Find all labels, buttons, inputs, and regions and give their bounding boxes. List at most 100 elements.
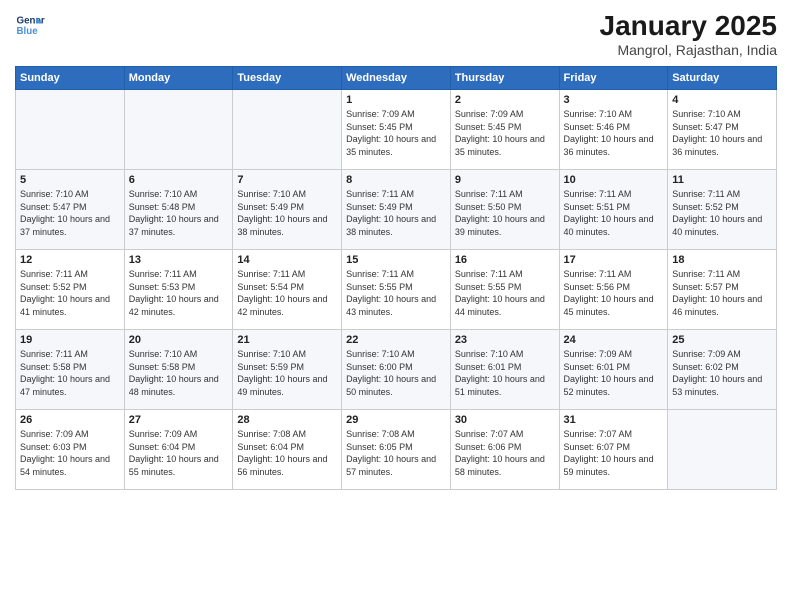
- week-row-4: 26 Sunrise: 7:09 AMSunset: 6:03 PMDayligh…: [16, 410, 777, 490]
- cell-3-3: 22 Sunrise: 7:10 AMSunset: 6:00 PMDayligh…: [342, 330, 451, 410]
- calendar-container: General Blue January 2025 Mangrol, Rajas…: [0, 0, 792, 500]
- cell-text-1-6: Sunrise: 7:11 AMSunset: 5:52 PMDaylight:…: [672, 188, 772, 238]
- cell-3-5: 24Sunrise: 7:09 AMSunset: 6:01 PMDayligh…: [559, 330, 668, 410]
- cell-2-3: 15 Sunrise: 7:11 AMSunset: 5:55 PMDayligh…: [342, 250, 451, 330]
- day-num-0-4: 2: [455, 94, 555, 106]
- cell-4-3: 29 Sunrise: 7:08 AMSunset: 6:05 PMDayligh…: [342, 410, 451, 490]
- cell-4-6: [668, 410, 777, 490]
- cell-4-5: 31 Sunrise: 7:07 AMSunset: 6:07 PMDayligh…: [559, 410, 668, 490]
- calendar-table: Sunday Monday Tuesday Wednesday Thursday…: [15, 66, 777, 490]
- day-num-1-2: 7: [237, 174, 337, 186]
- cell-text-2-4: Sunrise: 7:11 AMSunset: 5:55 PMDaylight:…: [455, 268, 555, 318]
- cell-text-3-5: Sunrise: 7:09 AMSunset: 6:01 PMDaylight:…: [564, 348, 664, 398]
- cell-text-0-3: Sunrise: 7:09 AMSunset: 5:45 PMDaylight:…: [346, 108, 446, 158]
- cell-text-3-2: Sunrise: 7:10 AMSunset: 5:59 PMDaylight:…: [237, 348, 337, 398]
- cell-1-1: 6 Sunrise: 7:10 AMSunset: 5:48 PMDaylight…: [124, 170, 233, 250]
- cell-0-1: [124, 90, 233, 170]
- cell-0-2: [233, 90, 342, 170]
- cell-0-3: 1 Sunrise: 7:09 AMSunset: 5:45 PMDaylight…: [342, 90, 451, 170]
- cell-text-2-6: Sunrise: 7:11 AMSunset: 5:57 PMDaylight:…: [672, 268, 772, 318]
- cell-3-2: 21 Sunrise: 7:10 AMSunset: 5:59 PMDayligh…: [233, 330, 342, 410]
- cell-text-2-1: Sunrise: 7:11 AMSunset: 5:53 PMDaylight:…: [129, 268, 229, 318]
- cell-1-3: 8Sunrise: 7:11 AMSunset: 5:49 PMDaylight…: [342, 170, 451, 250]
- cell-3-6: 25 Sunrise: 7:09 AMSunset: 6:02 PMDayligh…: [668, 330, 777, 410]
- header-thursday: Thursday: [450, 67, 559, 90]
- cell-1-6: 11 Sunrise: 7:11 AMSunset: 5:52 PMDayligh…: [668, 170, 777, 250]
- day-num-1-5: 10: [564, 174, 664, 186]
- calendar-subtitle: Mangrol, Rajasthan, India: [600, 42, 777, 58]
- cell-text-4-1: Sunrise: 7:09 AMSunset: 6:04 PMDaylight:…: [129, 428, 229, 478]
- day-num-3-1: 20: [129, 334, 229, 346]
- day-num-2-0: 12: [20, 254, 120, 266]
- day-num-4-5: 31: [564, 414, 664, 426]
- day-num-1-1: 6: [129, 174, 229, 186]
- calendar-title: January 2025: [600, 10, 777, 42]
- day-num-2-4: 16: [455, 254, 555, 266]
- day-num-2-5: 17: [564, 254, 664, 266]
- cell-2-1: 13 Sunrise: 7:11 AMSunset: 5:53 PMDayligh…: [124, 250, 233, 330]
- day-num-4-4: 30: [455, 414, 555, 426]
- cell-text-2-2: Sunrise: 7:11 AMSunset: 5:54 PMDaylight:…: [237, 268, 337, 318]
- cell-1-4: 9Sunrise: 7:11 AMSunset: 5:50 PMDaylight…: [450, 170, 559, 250]
- day-num-4-3: 29: [346, 414, 446, 426]
- cell-0-4: 2 Sunrise: 7:09 AMSunset: 5:45 PMDaylight…: [450, 90, 559, 170]
- cell-text-3-3: Sunrise: 7:10 AMSunset: 6:00 PMDaylight:…: [346, 348, 446, 398]
- day-num-1-0: 5: [20, 174, 120, 186]
- cell-4-0: 26 Sunrise: 7:09 AMSunset: 6:03 PMDayligh…: [16, 410, 125, 490]
- header-wednesday: Wednesday: [342, 67, 451, 90]
- cell-3-4: 23Sunrise: 7:10 AMSunset: 6:01 PMDayligh…: [450, 330, 559, 410]
- cell-text-1-5: Sunrise: 7:11 AMSunset: 5:51 PMDaylight:…: [564, 188, 664, 238]
- cell-text-1-3: Sunrise: 7:11 AMSunset: 5:49 PMDaylight:…: [346, 188, 446, 238]
- cell-2-0: 12 Sunrise: 7:11 AMSunset: 5:52 PMDayligh…: [16, 250, 125, 330]
- title-block: January 2025 Mangrol, Rajasthan, India: [600, 10, 777, 58]
- header-monday: Monday: [124, 67, 233, 90]
- day-num-0-3: 1: [346, 94, 446, 106]
- cell-text-2-5: Sunrise: 7:11 AMSunset: 5:56 PMDaylight:…: [564, 268, 664, 318]
- day-num-2-6: 18: [672, 254, 772, 266]
- day-num-3-2: 21: [237, 334, 337, 346]
- cell-0-5: 3 Sunrise: 7:10 AMSunset: 5:46 PMDaylight…: [559, 90, 668, 170]
- cell-3-1: 20 Sunrise: 7:10 AMSunset: 5:58 PMDayligh…: [124, 330, 233, 410]
- cell-text-4-5: Sunrise: 7:07 AMSunset: 6:07 PMDaylight:…: [564, 428, 664, 478]
- cell-text-3-6: Sunrise: 7:09 AMSunset: 6:02 PMDaylight:…: [672, 348, 772, 398]
- header-saturday: Saturday: [668, 67, 777, 90]
- cell-text-4-0: Sunrise: 7:09 AMSunset: 6:03 PMDaylight:…: [20, 428, 120, 478]
- day-num-1-6: 11: [672, 174, 772, 186]
- day-num-2-1: 13: [129, 254, 229, 266]
- week-row-1: 5 Sunrise: 7:10 AMSunset: 5:47 PMDaylight…: [16, 170, 777, 250]
- cell-text-1-0: Sunrise: 7:10 AMSunset: 5:47 PMDaylight:…: [20, 188, 120, 238]
- day-num-3-3: 22: [346, 334, 446, 346]
- svg-text:General: General: [17, 16, 46, 27]
- day-num-4-2: 28: [237, 414, 337, 426]
- logo-icon: General Blue: [15, 10, 45, 40]
- day-num-4-0: 26: [20, 414, 120, 426]
- cell-text-2-3: Sunrise: 7:11 AMSunset: 5:55 PMDaylight:…: [346, 268, 446, 318]
- cell-1-0: 5 Sunrise: 7:10 AMSunset: 5:47 PMDaylight…: [16, 170, 125, 250]
- cell-2-2: 14 Sunrise: 7:11 AMSunset: 5:54 PMDayligh…: [233, 250, 342, 330]
- day-num-3-4: 23: [455, 334, 555, 346]
- day-num-2-3: 15: [346, 254, 446, 266]
- cell-text-4-2: Sunrise: 7:08 AMSunset: 6:04 PMDaylight:…: [237, 428, 337, 478]
- svg-text:Blue: Blue: [17, 26, 39, 37]
- cell-text-0-4: Sunrise: 7:09 AMSunset: 5:45 PMDaylight:…: [455, 108, 555, 158]
- cell-text-1-1: Sunrise: 7:10 AMSunset: 5:48 PMDaylight:…: [129, 188, 229, 238]
- cell-text-3-1: Sunrise: 7:10 AMSunset: 5:58 PMDaylight:…: [129, 348, 229, 398]
- cell-text-4-3: Sunrise: 7:08 AMSunset: 6:05 PMDaylight:…: [346, 428, 446, 478]
- cell-4-4: 30 Sunrise: 7:07 AMSunset: 6:06 PMDayligh…: [450, 410, 559, 490]
- cell-0-0: [16, 90, 125, 170]
- header: General Blue January 2025 Mangrol, Rajas…: [15, 10, 777, 58]
- cell-text-2-0: Sunrise: 7:11 AMSunset: 5:52 PMDaylight:…: [20, 268, 120, 318]
- cell-text-0-5: Sunrise: 7:10 AMSunset: 5:46 PMDaylight:…: [564, 108, 664, 158]
- weekday-header-row: Sunday Monday Tuesday Wednesday Thursday…: [16, 67, 777, 90]
- cell-text-1-2: Sunrise: 7:10 AMSunset: 5:49 PMDaylight:…: [237, 188, 337, 238]
- day-num-3-6: 25: [672, 334, 772, 346]
- cell-4-2: 28 Sunrise: 7:08 AMSunset: 6:04 PMDayligh…: [233, 410, 342, 490]
- cell-1-2: 7 Sunrise: 7:10 AMSunset: 5:49 PMDaylight…: [233, 170, 342, 250]
- day-num-2-2: 14: [237, 254, 337, 266]
- header-tuesday: Tuesday: [233, 67, 342, 90]
- day-num-0-5: 3: [564, 94, 664, 106]
- cell-2-5: 17 Sunrise: 7:11 AMSunset: 5:56 PMDayligh…: [559, 250, 668, 330]
- header-sunday: Sunday: [16, 67, 125, 90]
- cell-text-4-4: Sunrise: 7:07 AMSunset: 6:06 PMDaylight:…: [455, 428, 555, 478]
- cell-4-1: 27Sunrise: 7:09 AMSunset: 6:04 PMDayligh…: [124, 410, 233, 490]
